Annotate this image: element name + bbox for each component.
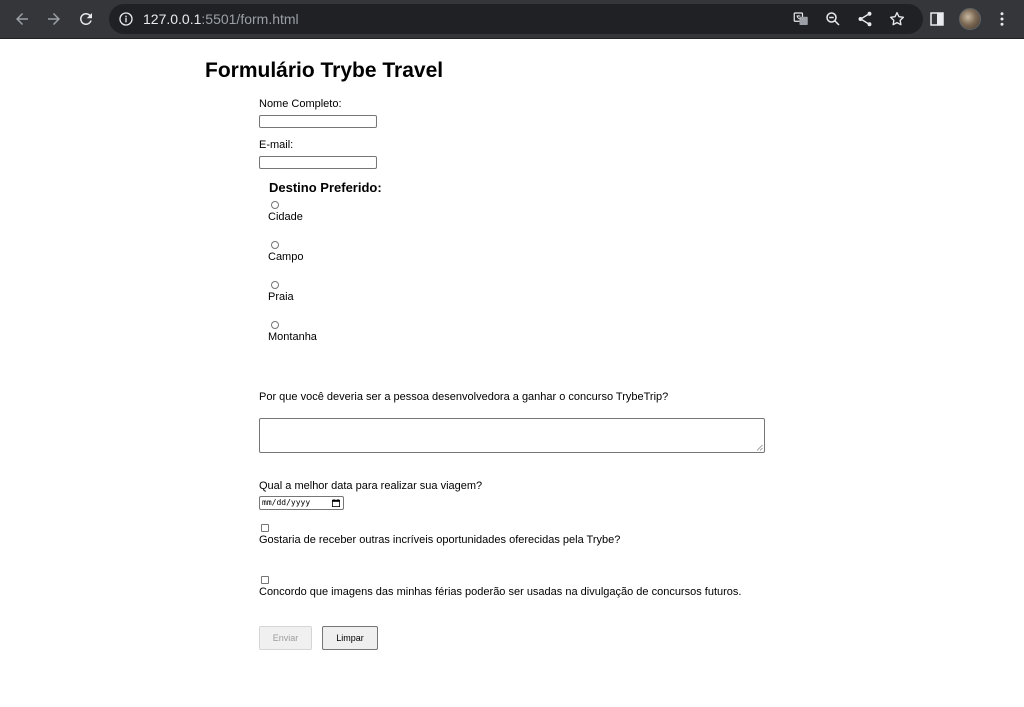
url-path: :5501/form.html — [201, 11, 299, 27]
arrow-left-icon — [16, 13, 28, 25]
reset-button[interactable]: Limpar — [322, 626, 378, 650]
resize-grip-icon[interactable] — [756, 444, 763, 451]
more-vert-icon — [1000, 12, 1004, 26]
menu-button[interactable] — [989, 6, 1015, 32]
consent-checkbox[interactable] — [261, 576, 269, 584]
date-placeholder: mm/dd/yyyy — [262, 498, 311, 507]
zoom-out-icon — [826, 12, 840, 26]
reload-icon — [79, 12, 92, 25]
radio-campo[interactable] — [271, 241, 279, 249]
profile-avatar[interactable] — [959, 8, 981, 30]
date-input[interactable]: mm/dd/yyyy — [259, 496, 344, 510]
page-content: Formulário Trybe Travel Nome Completo: E… — [0, 39, 1024, 707]
side-panel-button[interactable] — [924, 6, 950, 32]
zoom-button[interactable] — [820, 6, 846, 32]
radio-cidade[interactable] — [271, 201, 279, 209]
back-button[interactable] — [9, 6, 35, 32]
opt-in-label: Gostaria de receber outras incríveis opo… — [259, 534, 621, 546]
radio-label-cidade: Cidade — [268, 211, 303, 223]
page-title: Formulário Trybe Travel — [205, 59, 444, 82]
radio-montanha[interactable] — [271, 321, 279, 329]
why-textarea[interactable] — [259, 418, 765, 453]
info-icon[interactable] — [118, 11, 134, 27]
url-text: 127.0.0.1:5501/form.html — [143, 11, 299, 27]
share-button[interactable] — [852, 6, 878, 32]
submit-button[interactable]: Enviar — [259, 626, 312, 650]
radio-label-campo: Campo — [268, 251, 304, 263]
reload-button[interactable] — [73, 6, 99, 32]
share-icon — [858, 11, 872, 27]
why-label: Por que você deveria ser a pessoa desenv… — [259, 391, 669, 403]
radio-label-montanha: Montanha — [268, 331, 317, 343]
consent-label: Concordo que imagens das minhas férias p… — [259, 586, 742, 598]
email-input[interactable] — [259, 156, 377, 169]
bookmark-button[interactable] — [884, 6, 910, 32]
destination-legend: Destino Preferido: — [269, 180, 382, 195]
opt-in-checkbox[interactable] — [261, 524, 269, 532]
name-input[interactable] — [259, 115, 377, 128]
email-label: E-mail: — [259, 139, 294, 151]
translate-button[interactable] — [788, 6, 814, 32]
url-host: 127.0.0.1 — [143, 11, 202, 27]
arrow-right-icon — [48, 13, 60, 25]
browser-toolbar: 127.0.0.1:5501/form.html — [0, 0, 1024, 39]
side-panel-icon — [930, 12, 944, 26]
calendar-icon[interactable] — [332, 499, 340, 507]
radio-label-praia: Praia — [268, 291, 294, 303]
translate-icon — [793, 12, 808, 25]
star-icon — [889, 11, 905, 26]
radio-praia[interactable] — [271, 281, 279, 289]
forward-button[interactable] — [41, 6, 67, 32]
name-label: Nome Completo: — [259, 98, 342, 110]
date-label: Qual a melhor data para realizar sua via… — [259, 480, 483, 492]
